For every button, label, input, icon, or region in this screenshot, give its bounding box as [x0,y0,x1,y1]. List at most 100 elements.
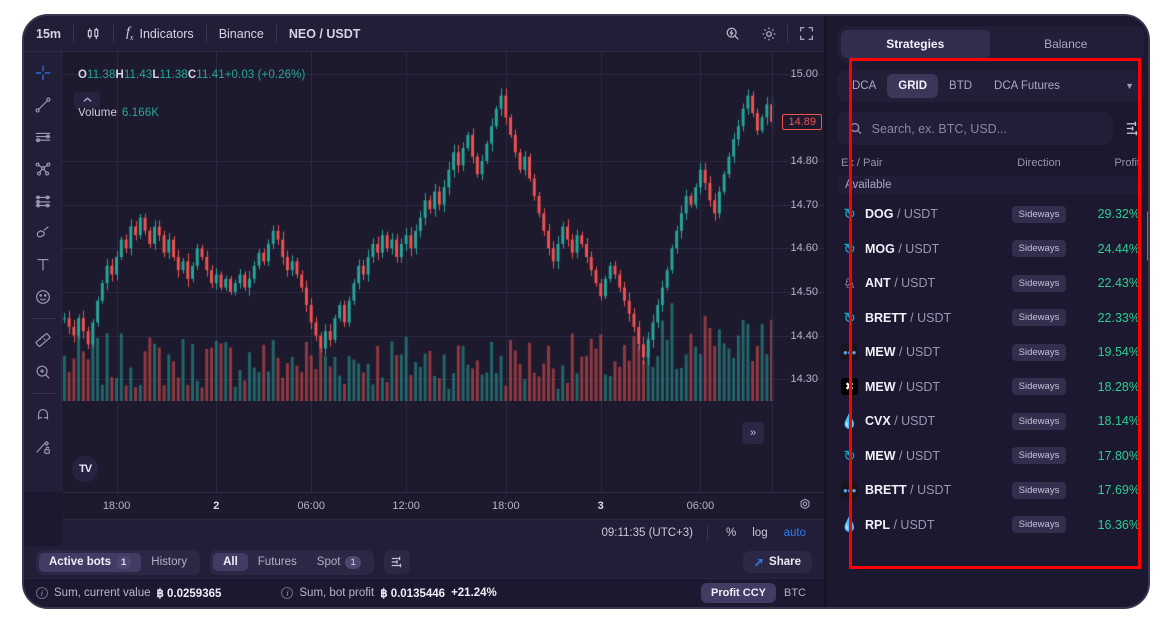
volume-label: Volume [78,106,117,119]
chevron-down-icon[interactable]: ▼ [1125,81,1140,91]
pair-label: MEW / USDT [865,448,941,463]
strategy-type-btd[interactable]: BTD [938,74,983,98]
chart-pane[interactable]: O 11.38 H 11.43 L 11.38 C 11.41 +0.03 (+0.26… [62,52,824,492]
chart-toolbar-right [715,19,824,49]
time-tick-label: 06:00 [686,500,715,512]
time-axis-settings-icon[interactable] [798,498,812,517]
strategy-row[interactable]: 💧 CVX / USDT Sideways 18.14% [837,404,1144,439]
advanced-filter-icon[interactable] [1121,117,1144,140]
close-label: C [187,69,197,82]
current-value-label: Sum, current value [54,587,151,599]
fib-pitchfork-icon[interactable] [27,154,59,184]
profit-value: 22.43% [1097,276,1140,291]
open-value: 11.38 [87,69,116,82]
interval-selector[interactable]: 15m [24,16,73,52]
measure-ruler-icon[interactable] [27,325,59,355]
black-x-icon: ✖ [841,378,858,396]
info-icon[interactable]: i [36,587,48,599]
tradingview-logo[interactable]: TV [72,456,98,482]
active-bots-tab[interactable]: Active bots 1 [39,552,142,572]
share-arrow-icon: ➚ [753,555,765,569]
price-tick-label: 14.80 [790,155,818,168]
screenshot-root: 15m fx Indicators Binance NEO / USDT O 1… [0,0,1172,623]
fullscreen-icon[interactable] [791,19,821,49]
app-window: 15m fx Indicators Binance NEO / USDT O 1… [22,14,1150,609]
active-bots-count: 1 [116,555,132,569]
strategy-list: ↻ DOG / USDT Sideways 29.32% ↻ MOG / USDT Side… [837,197,1144,542]
percent-scale-toggle[interactable]: % [722,526,740,540]
direction-cell: Sideways [1000,412,1078,430]
direction-badge: Sideways [1011,274,1067,292]
chart-clock: 09:11:35 (UTC+3) [601,527,694,539]
brush-icon[interactable] [27,218,59,248]
filter-spot-tab[interactable]: Spot 1 [307,553,371,572]
horizontal-lines-icon[interactable] [27,122,59,152]
strategy-row[interactable]: ↻ BRETT / USDT Sideways 22.33% [837,301,1144,336]
auto-scale-toggle[interactable]: auto [780,526,810,540]
strategy-row[interactable]: 💧 RPL / USDT Sideways 16.36% [837,508,1144,543]
low-value: 11.38 [159,69,188,82]
strategy-row[interactable]: ●●● BRETT / USDT Sideways 17.69% [837,473,1144,508]
volume-value: 6.166K [121,106,160,119]
chart-search-icon[interactable] [718,19,748,49]
strategy-row[interactable]: ●●● MEW / USDT Sideways 19.54% [837,335,1144,370]
candlestick-icon[interactable] [74,16,113,52]
tab-balance[interactable]: Balance [992,30,1141,58]
pair-label: CVX / USDT [865,414,936,429]
tab-strategies[interactable]: Strategies [841,30,990,58]
brush-patterns-icon[interactable] [27,186,59,216]
log-scale-toggle[interactable]: log [748,526,771,540]
direction-badge: Sideways [1011,205,1067,223]
direction-badge: Sideways [1011,516,1067,534]
high-value: 11.43 [123,69,153,82]
trend-line-icon[interactable] [27,90,59,120]
search-box[interactable] [837,112,1113,145]
time-tick-label: 2 [213,500,220,512]
btc-button[interactable]: BTC [784,587,806,599]
strategy-row[interactable]: ✖ MEW / USDT Sideways 18.28% [837,370,1144,405]
history-tab[interactable]: History [141,553,197,571]
toolbar-divider [30,318,55,319]
ohlc-legend-row: O 11.38 H 11.43 L 11.38 C 11.41 +0.03 (+0.26… [74,58,309,93]
strategy-type-dca-futures[interactable]: DCA Futures [983,74,1071,98]
strategy-row[interactable]: ♘ ANT / USDT Sideways 22.43% [837,266,1144,301]
gear-icon[interactable] [754,19,784,49]
drawing-toolbar [24,52,62,492]
scroll-to-realtime-icon[interactable]: » [742,422,764,444]
strategy-row[interactable]: ↻ DOG / USDT Sideways 29.32% [837,197,1144,232]
indicators-button[interactable]: fx Indicators [114,16,206,52]
info-icon[interactable]: i [281,587,294,599]
price-tick-label: 14.30 [790,373,818,386]
zoom-in-icon[interactable] [27,357,59,387]
text-tool-icon[interactable] [27,250,59,280]
strategy-type-dca[interactable]: DCA [841,74,887,98]
strategy-row[interactable]: ↻ MOG / USDT Sideways 24.44% [837,232,1144,267]
strategy-type-grid[interactable]: GRID [887,74,939,98]
exchange-selector[interactable]: Binance [207,16,276,52]
collapse-pane-icon[interactable] [74,92,100,108]
bots-toolbar: Active bots 1 History All Futures Spot 1 [24,546,824,578]
chart-legend: O 11.38 H 11.43 L 11.38 C 11.41 +0.03 (+0.26… [74,58,309,133]
filter-all-tab[interactable]: All [213,553,248,571]
pair-label: MOG / USDT [865,241,940,256]
filter-settings-icon[interactable] [383,550,410,574]
search-input[interactable] [871,121,1101,136]
strategy-row[interactable]: ↻ MEW / USDT Sideways 17.80% [837,439,1144,474]
price-axis[interactable]: 15.00 14.80 14.70 14.60 14.50 14.40 14.30 14.89 [772,52,824,492]
panel-scrollbar[interactable] [1147,211,1148,261]
time-axis[interactable]: 18:00 2 06:00 12:00 18:00 3 06:00 [62,492,824,519]
direction-cell: Sideways [1000,309,1078,327]
crosshair-icon[interactable] [27,58,59,88]
filter-futures-tab[interactable]: Futures [248,553,307,571]
column-profit[interactable]: Profit [1078,157,1140,169]
profit-ccy-button[interactable]: Profit CCY [701,583,776,603]
emoji-icon[interactable] [27,282,59,312]
share-button[interactable]: ➚ Share [742,551,812,573]
symbol-selector[interactable]: NEO / USDT [277,16,373,52]
pair-label: DOG / USDT [865,207,938,222]
fx-icon: fx [126,25,134,42]
magnet-icon[interactable] [27,400,59,430]
chart-toolbar: 15m fx Indicators Binance NEO / USDT [24,16,824,52]
drawing-lock-icon[interactable] [27,432,59,462]
share-label: Share [769,556,801,568]
